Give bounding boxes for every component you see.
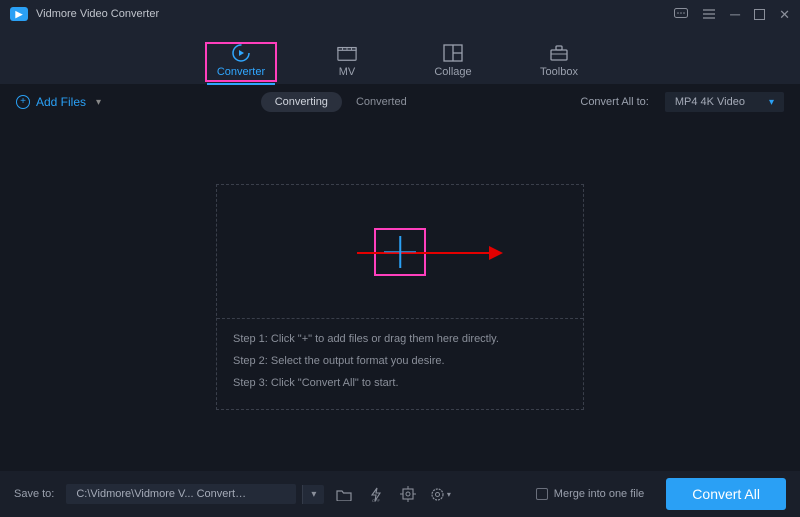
plus-circle-icon: + bbox=[16, 95, 30, 109]
settings-gear-icon[interactable]: ▾ bbox=[428, 483, 452, 505]
add-files-plus-button[interactable] bbox=[374, 228, 426, 276]
tab-toolbox[interactable]: Toolbox bbox=[529, 44, 589, 84]
chevron-down-icon: ▾ bbox=[769, 97, 774, 108]
minimize-icon[interactable]: ─ bbox=[730, 7, 740, 21]
tab-converter-label: Converter bbox=[217, 66, 265, 78]
close-icon[interactable]: ✕ bbox=[779, 8, 790, 21]
open-folder-icon[interactable] bbox=[332, 483, 356, 505]
toolbox-icon bbox=[549, 44, 569, 62]
convert-all-button[interactable]: Convert All bbox=[666, 478, 786, 510]
tab-collage[interactable]: Collage bbox=[423, 44, 483, 84]
add-files-button[interactable]: + Add Files ▾ bbox=[16, 95, 101, 109]
save-path-value: C:\Vidmore\Vidmore V... Converter\Conver… bbox=[76, 488, 246, 500]
save-path-select[interactable]: C:\Vidmore\Vidmore V... Converter\Conver… bbox=[66, 484, 296, 504]
merge-label: Merge into one file bbox=[554, 488, 645, 500]
title-bar: ▶ Vidmore Video Converter ─ ✕ bbox=[0, 0, 800, 28]
tab-mv[interactable]: MV bbox=[317, 44, 377, 84]
hardware-accel-icon[interactable]: OFF bbox=[364, 483, 388, 505]
tab-mv-label: MV bbox=[339, 66, 356, 78]
save-path-chevron[interactable]: ▾ bbox=[302, 485, 324, 504]
collage-icon bbox=[443, 44, 463, 62]
chevron-down-icon: ▾ bbox=[447, 490, 451, 499]
convert-all-to-label: Convert All to: bbox=[580, 96, 648, 108]
step-1-text: Step 1: Click "+" to add files or drag t… bbox=[233, 333, 567, 345]
main-area: Step 1: Click "+" to add files or drag t… bbox=[0, 120, 800, 471]
app-title: Vidmore Video Converter bbox=[36, 8, 159, 20]
segment-converted[interactable]: Converted bbox=[342, 92, 421, 112]
segment-converting[interactable]: Converting bbox=[261, 92, 342, 112]
step-3-text: Step 3: Click "Convert All" to start. bbox=[233, 377, 567, 389]
menu-icon[interactable] bbox=[702, 8, 716, 20]
checkbox-icon bbox=[536, 488, 548, 500]
bottom-bar: Save to: C:\Vidmore\Vidmore V... Convert… bbox=[0, 471, 800, 517]
add-files-label: Add Files bbox=[36, 95, 86, 109]
converting-converted-segment: Converting Converted bbox=[261, 92, 421, 112]
step-2-text: Step 2: Select the output format you des… bbox=[233, 355, 567, 367]
output-format-value: MP4 4K Video bbox=[675, 96, 745, 108]
output-format-select[interactable]: MP4 4K Video ▾ bbox=[665, 92, 784, 112]
sub-bar: + Add Files ▾ Converting Converted Conve… bbox=[0, 84, 800, 120]
high-speed-icon[interactable] bbox=[396, 483, 420, 505]
save-to-label: Save to: bbox=[14, 488, 54, 500]
app-logo-icon: ▶ bbox=[10, 7, 28, 21]
window-controls: ─ ✕ bbox=[674, 7, 790, 21]
feedback-icon[interactable] bbox=[674, 8, 688, 20]
mv-icon bbox=[337, 44, 357, 62]
tab-toolbox-label: Toolbox bbox=[540, 66, 578, 78]
merge-checkbox[interactable]: Merge into one file bbox=[536, 488, 645, 500]
tab-converter[interactable]: Converter bbox=[211, 44, 271, 84]
svg-text:OFF: OFF bbox=[372, 498, 381, 502]
drop-zone[interactable]: Step 1: Click "+" to add files or drag t… bbox=[216, 184, 584, 410]
tab-collage-label: Collage bbox=[434, 66, 471, 78]
maximize-icon[interactable] bbox=[754, 9, 765, 20]
main-tabstrip: Converter MV Collage Toolbox bbox=[0, 28, 800, 84]
plus-icon bbox=[382, 234, 418, 270]
chevron-down-icon: ▾ bbox=[96, 97, 101, 108]
instructions: Step 1: Click "+" to add files or drag t… bbox=[217, 319, 583, 409]
converter-icon bbox=[231, 44, 251, 62]
drop-zone-top bbox=[217, 185, 583, 319]
